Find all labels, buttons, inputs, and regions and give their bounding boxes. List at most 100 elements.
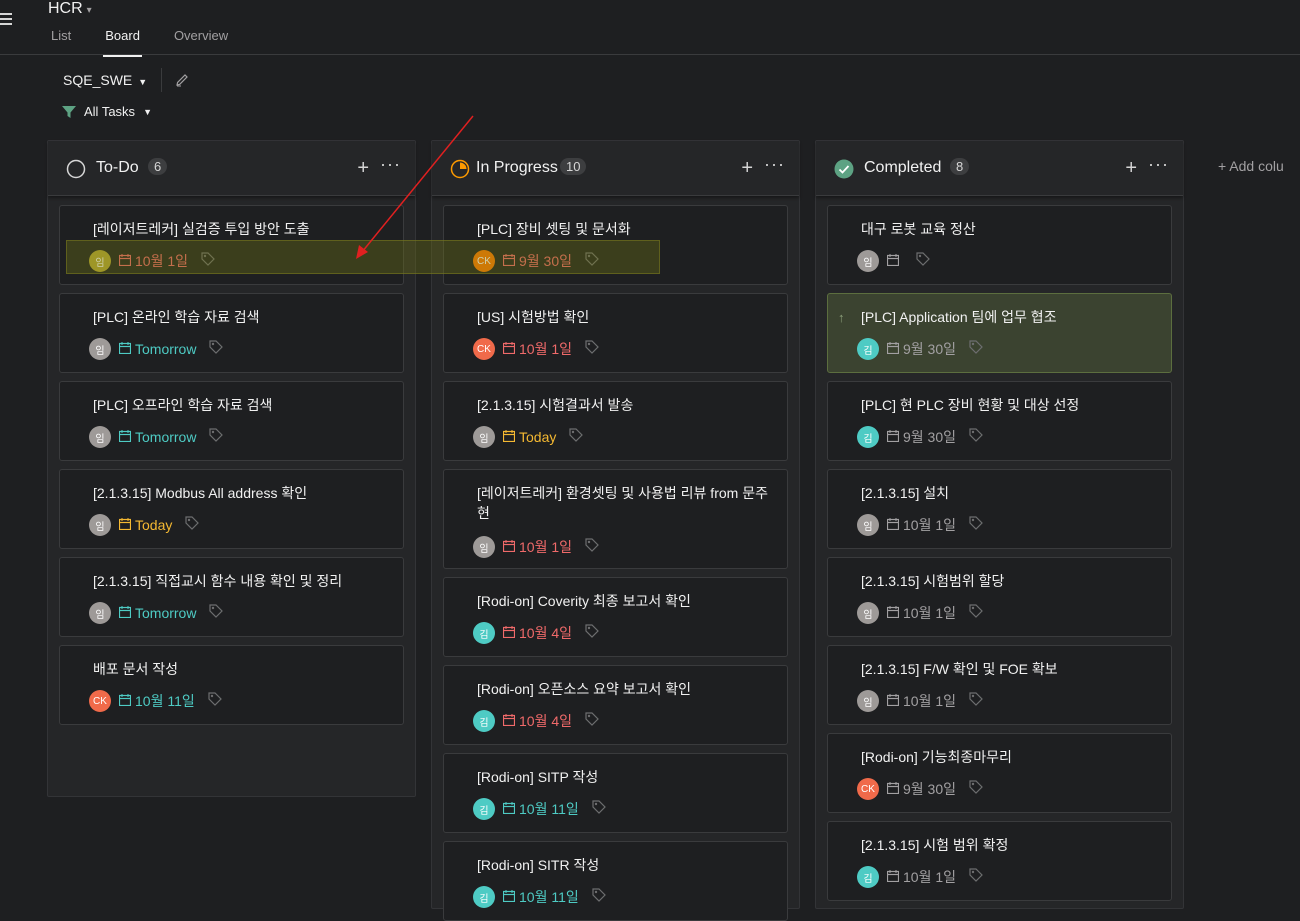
task-card[interactable]: [2.1.3.15] 시험결과서 발송 임 Today (443, 381, 788, 461)
due-date[interactable]: 10월 1일 (886, 691, 956, 711)
due-date[interactable]: Today (118, 517, 172, 533)
due-date[interactable]: 10월 4일 (502, 623, 572, 643)
avatar[interactable]: 임 (473, 536, 495, 558)
tag-icon[interactable] (968, 515, 984, 536)
task-card[interactable]: [2.1.3.15] 시험범위 할당 임 10월 1일 (827, 557, 1172, 637)
avatar[interactable]: 김 (473, 886, 495, 908)
task-card[interactable]: [2.1.3.15] Modbus All address 확인 임 Today (59, 469, 404, 549)
team-selector[interactable]: SQE_SWE ▼ (63, 72, 147, 88)
task-card[interactable]: [레이저트레커] 실검증 투입 방안 도출 임 10월 1일 (59, 205, 404, 285)
tag-icon[interactable] (968, 603, 984, 624)
tag-icon[interactable] (591, 887, 607, 908)
tag-icon[interactable] (915, 251, 931, 272)
task-card[interactable]: [Rodi-on] 기능최종마무리 CK 9월 30일 (827, 733, 1172, 813)
due-date[interactable]: 10월 4일 (502, 711, 572, 731)
task-card[interactable]: [레이저트레커] 환경셋팅 및 사용법 리뷰 from 문주현 임 10월 1일 (443, 469, 788, 569)
task-card[interactable]: [PLC] 현 PLC 장비 현황 및 대상 선정 김 9월 30일 (827, 381, 1172, 461)
column-title[interactable]: In Progress (476, 159, 558, 177)
tag-icon[interactable] (968, 691, 984, 712)
pencil-icon[interactable] (174, 72, 190, 88)
due-date[interactable]: 9월 30일 (886, 339, 956, 359)
add-task-icon[interactable]: + (1125, 157, 1137, 180)
more-options-icon[interactable]: ··· (764, 154, 785, 175)
task-card[interactable]: [PLC] 오프라인 학습 자료 검색 임 Tomorrow (59, 381, 404, 461)
task-card[interactable]: ↑ [PLC] Application 팀에 업무 협조 김 9월 30일 (827, 293, 1172, 373)
task-card[interactable]: [2.1.3.15] 시험 범위 확정 김 10월 1일 (827, 821, 1172, 901)
tag-icon[interactable] (584, 711, 600, 732)
task-card[interactable]: [2.1.3.15] F/W 확인 및 FOE 확보 임 10월 1일 (827, 645, 1172, 725)
task-card[interactable]: 대구 로봇 교육 정산 임 (827, 205, 1172, 285)
avatar[interactable]: 임 (89, 426, 111, 448)
avatar[interactable]: 김 (857, 338, 879, 360)
task-card[interactable]: [PLC] 온라인 학습 자료 검색 임 Tomorrow (59, 293, 404, 373)
tag-icon[interactable] (584, 623, 600, 644)
due-date[interactable]: Tomorrow (118, 605, 196, 621)
task-card[interactable]: [2.1.3.15] 직접교시 함수 내용 확인 및 정리 임 Tomorrow (59, 557, 404, 637)
task-card[interactable]: 배포 문서 작성 CK 10월 11일 (59, 645, 404, 725)
more-options-icon[interactable]: ··· (380, 154, 401, 175)
task-card[interactable]: [US] 시험방법 확인 CK 10월 1일 (443, 293, 788, 373)
due-date[interactable]: 10월 1일 (886, 603, 956, 623)
avatar[interactable]: CK (473, 250, 495, 272)
avatar[interactable]: CK (89, 690, 111, 712)
due-date[interactable]: Tomorrow (118, 341, 196, 357)
tag-icon[interactable] (584, 537, 600, 558)
due-date[interactable]: 9월 30일 (502, 251, 572, 271)
tag-icon[interactable] (968, 867, 984, 888)
tab-list[interactable]: List (51, 28, 71, 57)
due-date[interactable]: Today (502, 429, 556, 445)
due-date[interactable]: 10월 1일 (886, 867, 956, 887)
tag-icon[interactable] (200, 251, 216, 272)
avatar[interactable]: 임 (89, 514, 111, 536)
avatar[interactable]: CK (473, 338, 495, 360)
avatar[interactable]: 임 (857, 602, 879, 624)
task-card[interactable]: [Rodi-on] SITR 작성 김 10월 11일 (443, 841, 788, 921)
due-date[interactable]: 10월 1일 (118, 251, 188, 271)
tag-icon[interactable] (584, 251, 600, 272)
avatar[interactable]: CK (857, 778, 879, 800)
tag-icon[interactable] (208, 427, 224, 448)
tag-icon[interactable] (968, 779, 984, 800)
filter-dropdown[interactable]: All Tasks ▼ (62, 104, 152, 119)
task-card[interactable]: [2.1.3.15] 설치 임 10월 1일 (827, 469, 1172, 549)
tab-overview[interactable]: Overview (174, 28, 228, 57)
due-date[interactable]: Tomorrow (118, 429, 196, 445)
task-card[interactable]: [Rodi-on] SITP 작성 김 10월 11일 (443, 753, 788, 833)
more-options-icon[interactable]: ··· (1148, 154, 1169, 175)
due-date[interactable]: 10월 11일 (502, 799, 579, 819)
due-date[interactable]: 9월 30일 (886, 427, 956, 447)
due-date[interactable]: 10월 1일 (502, 339, 572, 359)
avatar[interactable]: 임 (857, 514, 879, 536)
due-date[interactable] (886, 253, 903, 269)
avatar[interactable]: 임 (473, 426, 495, 448)
due-date[interactable]: 10월 11일 (502, 887, 579, 907)
add-task-icon[interactable]: + (357, 157, 369, 180)
task-card[interactable]: [Rodi-on] 오픈소스 요약 보고서 확인 김 10월 4일 (443, 665, 788, 745)
tag-icon[interactable] (591, 799, 607, 820)
task-card[interactable]: [Rodi-on] Coverity 최종 보고서 확인 김 10월 4일 (443, 577, 788, 657)
tag-icon[interactable] (208, 339, 224, 360)
avatar[interactable]: 임 (89, 338, 111, 360)
tag-icon[interactable] (184, 515, 200, 536)
tag-icon[interactable] (584, 339, 600, 360)
tag-icon[interactable] (568, 427, 584, 448)
project-title[interactable]: HCR ▾ (48, 0, 92, 18)
task-card[interactable]: [PLC] 장비 셋팅 및 문서화 CK 9월 30일 (443, 205, 788, 285)
avatar[interactable]: 김 (473, 710, 495, 732)
due-date[interactable]: 9월 30일 (886, 779, 956, 799)
chevron-down-icon[interactable]: ▾ (87, 5, 92, 16)
avatar[interactable]: 임 (857, 250, 879, 272)
tag-icon[interactable] (968, 339, 984, 360)
tab-board[interactable]: Board (103, 28, 142, 57)
avatar[interactable]: 임 (89, 602, 111, 624)
due-date[interactable]: 10월 1일 (502, 537, 572, 557)
avatar[interactable]: 김 (473, 622, 495, 644)
avatar[interactable]: 임 (857, 690, 879, 712)
add-column-button[interactable]: + Add colu (1218, 158, 1284, 174)
due-date[interactable]: 10월 11일 (118, 691, 195, 711)
tag-icon[interactable] (207, 691, 223, 712)
due-date[interactable]: 10월 1일 (886, 515, 956, 535)
avatar[interactable]: 임 (89, 250, 111, 272)
avatar[interactable]: 김 (857, 426, 879, 448)
column-title[interactable]: Completed (864, 159, 941, 177)
